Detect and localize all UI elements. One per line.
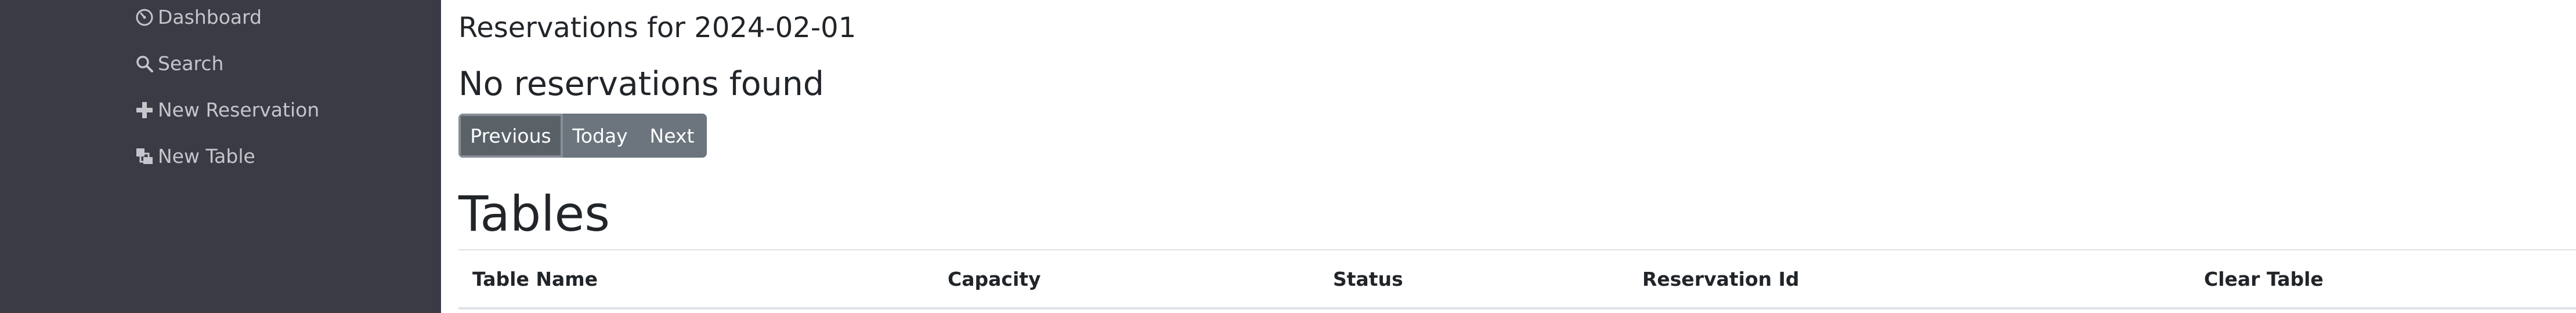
table-icon [135,147,154,166]
column-header-clear-table: Clear Table [2204,268,2324,290]
date-navigation-buttons: Previous Today Next [458,114,707,158]
sidebar: Dashboard Search New Reservation New Tab… [0,0,441,313]
plus-icon [135,100,154,120]
sidebar-item-new-table[interactable]: New Table [135,145,255,168]
column-header-capacity: Capacity [948,268,1041,290]
sidebar-item-label: Dashboard [158,6,262,28]
search-icon [135,54,154,74]
tables-table: Table Name Capacity Status Reservation I… [458,249,2576,310]
sidebar-item-dashboard[interactable]: Dashboard [135,6,262,28]
tables-title: Tables [458,185,610,242]
empty-reservations-message: No reservations found [458,65,825,103]
sidebar-item-new-reservation[interactable]: New Reservation [135,99,319,121]
today-button[interactable]: Today [563,114,637,158]
column-header-reservation-id: Reservation Id [1642,268,1800,290]
main-content: Reservations for 2024-02-01 No reservati… [441,0,2576,313]
sidebar-item-search[interactable]: Search [135,52,223,75]
sidebar-item-label: Search [158,52,224,75]
sidebar-item-label: New Table [158,145,255,168]
column-header-table-name: Table Name [472,268,598,290]
dashboard-icon [135,8,154,27]
next-button[interactable]: Next [637,114,707,158]
previous-button[interactable]: Previous [458,114,563,158]
sidebar-item-label: New Reservation [158,99,320,121]
column-header-status: Status [1333,268,1403,290]
reservations-title: Reservations for 2024-02-01 [458,12,857,44]
